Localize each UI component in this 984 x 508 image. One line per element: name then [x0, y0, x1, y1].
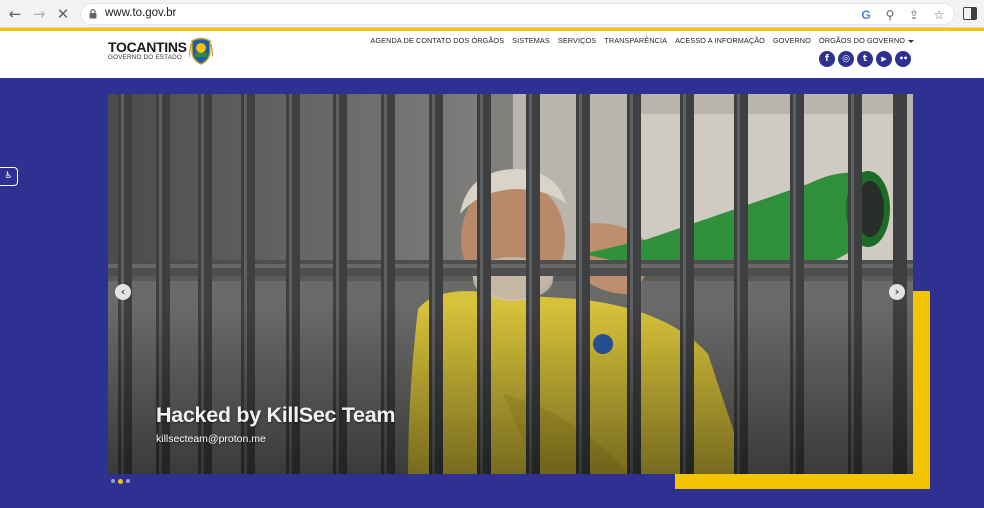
- logo-subtitle: GOVERNO DO ESTADO: [108, 54, 182, 61]
- carousel-dot[interactable]: [111, 479, 115, 483]
- accessibility-icon[interactable]: ♿: [0, 167, 18, 186]
- carousel-dot[interactable]: [126, 479, 130, 483]
- social-links: f ◎ t ▶ ••: [819, 51, 911, 67]
- nav-servicos[interactable]: SERVIÇOS: [558, 36, 596, 45]
- logo-title: TOCANTINS: [108, 39, 187, 55]
- bookmark-star-icon[interactable]: ☆: [931, 7, 947, 23]
- nav-agenda-contato[interactable]: AGENDA DE CONTATO DOS ÓRGÃOS: [370, 36, 504, 45]
- carousel-next-icon[interactable]: ›: [889, 284, 905, 300]
- slide-caption-subtitle: killsecteam@proton.me: [156, 433, 266, 445]
- stop-loading-icon[interactable]: ✕: [54, 5, 72, 23]
- chevron-down-icon: [908, 39, 914, 43]
- carousel-prev-icon[interactable]: ‹: [115, 284, 131, 300]
- zoom-icon[interactable]: ⚲: [882, 7, 898, 23]
- share-icon[interactable]: ⇪: [906, 7, 922, 23]
- forward-arrow-icon[interactable]: →: [30, 5, 48, 23]
- site-logo[interactable]: TOCANTINS GOVERNO DO ESTADO: [108, 39, 187, 61]
- nav-governo[interactable]: GOVERNO: [773, 36, 811, 45]
- twitter-icon[interactable]: t: [857, 51, 873, 67]
- carousel-dot-active[interactable]: [118, 478, 123, 484]
- nav-sistemas[interactable]: SISTEMAS: [512, 36, 550, 45]
- state-crest-icon: [189, 37, 213, 65]
- nav-transparencia[interactable]: TRANSPARÊNCIA: [604, 36, 667, 45]
- url-text[interactable]: www.to.gov.br: [105, 7, 176, 19]
- youtube-icon[interactable]: ▶: [876, 51, 892, 67]
- back-arrow-icon[interactable]: ←: [6, 5, 24, 23]
- side-panel-icon[interactable]: [963, 7, 977, 20]
- facebook-icon[interactable]: f: [819, 51, 835, 67]
- site-header: TOCANTINS GOVERNO DO ESTADO AGENDA DE CO…: [0, 31, 984, 78]
- browser-toolbar: ← → ✕ www.to.gov.br G ⚲ ⇪ ☆: [0, 0, 984, 28]
- nav-orgaos-governo[interactable]: ÓRGÃOS DO GOVERNO: [819, 36, 914, 45]
- nav-acesso-informacao[interactable]: ACESSO A INFORMAÇÃO: [675, 36, 765, 45]
- top-navigation: AGENDA DE CONTATO DOS ÓRGÃOS SISTEMAS SE…: [370, 36, 914, 45]
- lock-icon: [89, 9, 97, 19]
- carousel-indicators: [111, 478, 130, 484]
- address-bar[interactable]: www.to.gov.br G ⚲ ⇪ ☆: [80, 3, 955, 25]
- flickr-icon[interactable]: ••: [895, 51, 911, 67]
- slide-caption-title: Hacked by KillSec Team: [156, 403, 396, 427]
- nav-orgaos-label: ÓRGÃOS DO GOVERNO: [818, 36, 905, 45]
- google-icon[interactable]: G: [858, 7, 874, 23]
- hero-carousel[interactable]: Hacked by KillSec Team killsecteam@proto…: [108, 94, 913, 474]
- instagram-icon[interactable]: ◎: [838, 51, 854, 67]
